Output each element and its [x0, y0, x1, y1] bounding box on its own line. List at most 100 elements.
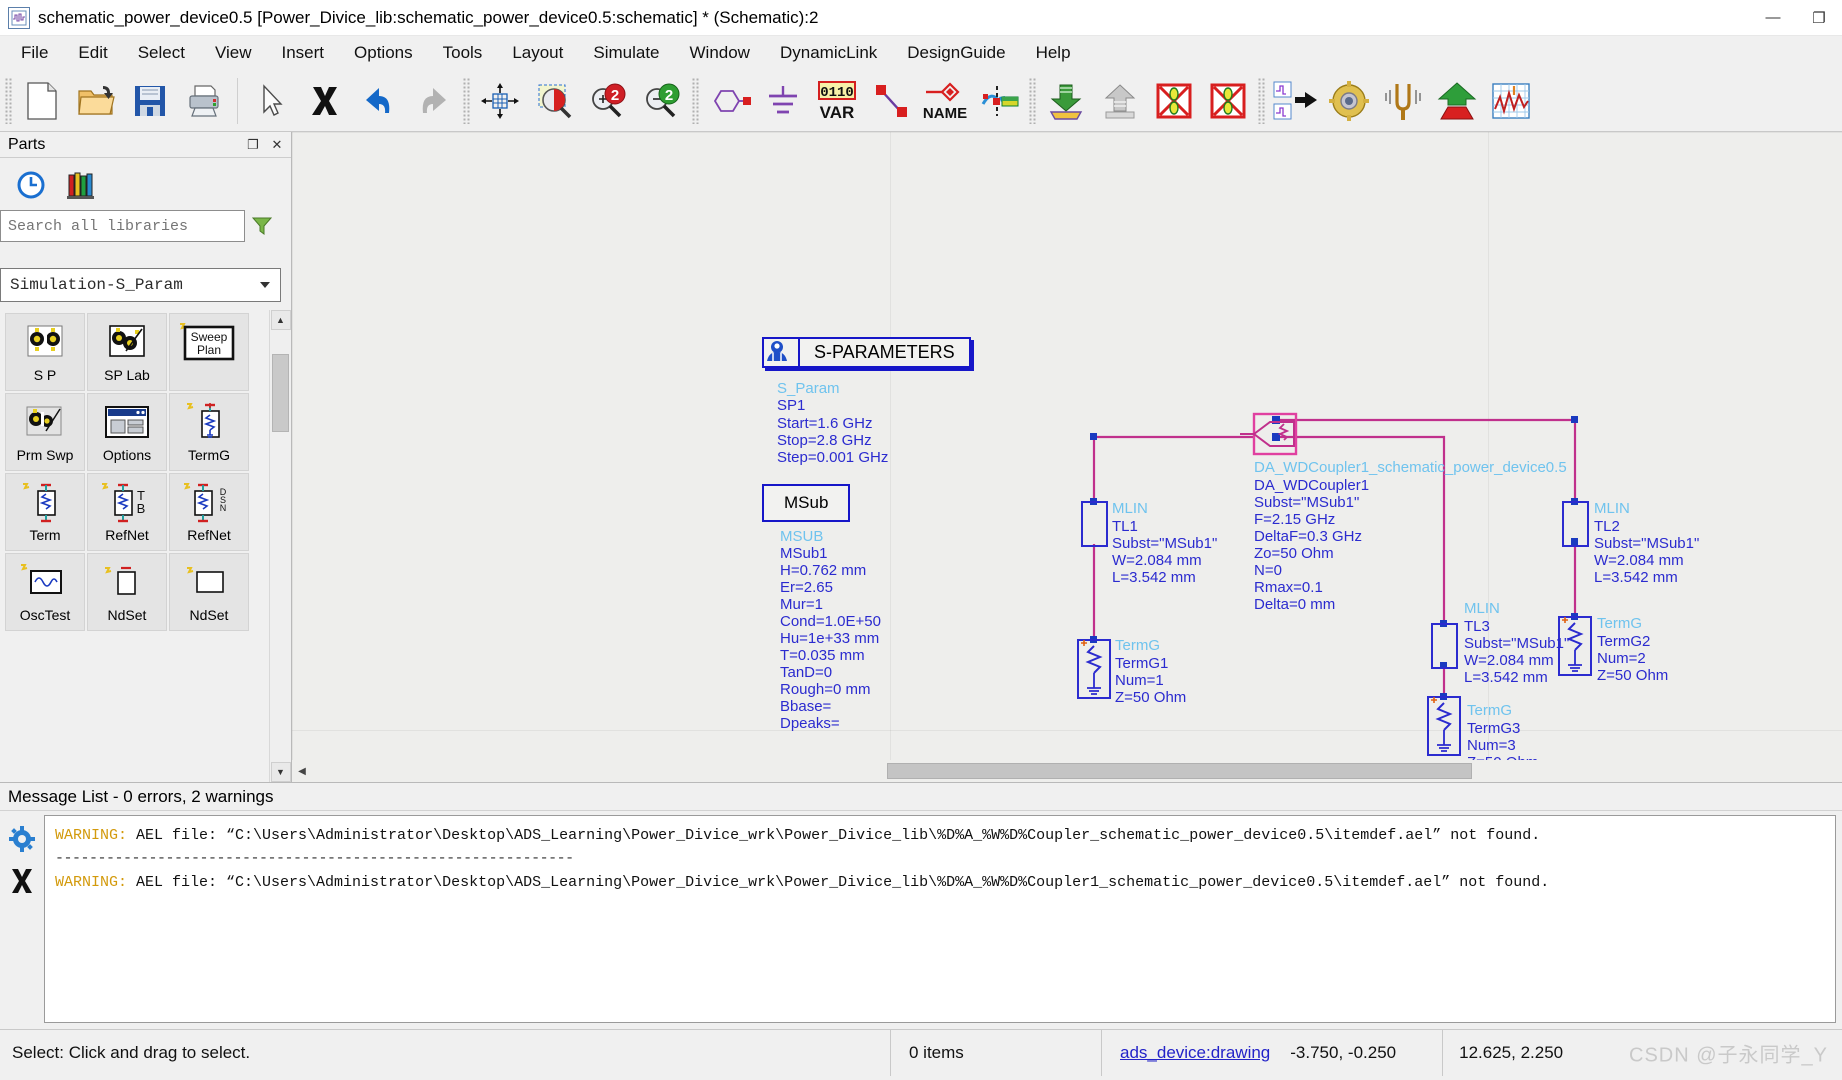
palette-item-ndset-name[interactable]: NdSet	[169, 553, 249, 631]
tl2-instance-name: TL2	[1594, 518, 1620, 535]
palette-item-termg[interactable]: TermG	[169, 393, 249, 471]
wire-icon[interactable]	[864, 74, 918, 128]
scroll-up-icon[interactable]: ▲	[270, 310, 291, 330]
scroll-track[interactable]	[270, 330, 291, 762]
canvas-horizontal-scrollbar[interactable]: ◀	[292, 760, 1842, 782]
simulate-icon[interactable]	[1430, 74, 1484, 128]
delete-x-icon[interactable]	[298, 74, 352, 128]
open-folder-icon[interactable]	[69, 74, 123, 128]
data-display-icon[interactable]	[1484, 74, 1538, 128]
toolbar-grip-4[interactable]	[1029, 77, 1036, 124]
svg-text:0110: 0110	[820, 85, 854, 101]
menu-layout[interactable]: Layout	[497, 38, 578, 68]
status-layer[interactable]: ads_device:drawing	[1102, 1030, 1270, 1076]
tl3-param: Subst="MSub1"	[1464, 635, 1570, 652]
menu-dynamiclink[interactable]: DynamicLink	[765, 38, 892, 68]
ground-icon[interactable]	[756, 74, 810, 128]
msub-param: Hu=1e+33 mm	[780, 630, 880, 647]
palette-item-term[interactable]: Term	[5, 473, 85, 551]
palette-item-options[interactable]: Options	[87, 393, 167, 471]
message-list-header: Message List - 0 errors, 2 warnings	[0, 783, 1842, 811]
tl3-param: L=3.542 mm	[1464, 669, 1548, 686]
push-into-hierarchy-icon[interactable]	[1039, 74, 1093, 128]
print-icon[interactable]	[177, 74, 231, 128]
toolbar-grip-2[interactable]	[463, 77, 470, 124]
palette-item-refnet-dsn[interactable]: DS N RefNet	[169, 473, 249, 551]
toolbar-group-edit	[244, 73, 460, 129]
library-select[interactable]: Simulation-S_Param	[0, 268, 281, 302]
close-panel-icon[interactable]: ✕	[267, 135, 287, 155]
hscroll-track[interactable]	[312, 763, 1842, 779]
palette-item-refnet-tb[interactable]: T B RefNet	[87, 473, 167, 551]
tl2-param: Subst="MSub1"	[1594, 535, 1700, 552]
scroll-down-icon[interactable]: ▼	[270, 762, 291, 782]
clear-messages-icon[interactable]	[6, 865, 38, 897]
sparam-param: Step=0.001 GHz	[777, 449, 889, 466]
zoom-in-2x-icon[interactable]: 2	[581, 74, 635, 128]
hscroll-thumb[interactable]	[887, 763, 1472, 779]
tuning-icon[interactable]	[1376, 74, 1430, 128]
simulation-settings-icon[interactable]	[1322, 74, 1376, 128]
select-arrow-icon[interactable]	[244, 74, 298, 128]
search-input[interactable]	[0, 210, 245, 242]
msub-param: Cond=1.0E+50	[780, 613, 881, 630]
warning-text: AEL file: “C:\Users\Administrator\Deskto…	[127, 827, 1541, 844]
schematic-canvas[interactable]: S-PARAMETERS S_Param SP1 Start=1.6 GHz S…	[292, 132, 1842, 760]
menu-view[interactable]: View	[200, 38, 267, 68]
save-icon[interactable]	[123, 74, 177, 128]
msub-param: Mur=1	[780, 596, 823, 613]
generate-layout-icon[interactable]	[1268, 74, 1322, 128]
msub-block[interactable]: MSub	[762, 484, 851, 522]
wire-label-icon[interactable]	[972, 74, 1026, 128]
redo-icon[interactable]	[406, 74, 460, 128]
message-settings-icon[interactable]	[6, 823, 38, 855]
menu-tools[interactable]: Tools	[428, 38, 498, 68]
message-list-text[interactable]: WARNING: AEL file: “C:\Users\Administrat…	[44, 815, 1836, 1023]
menu-options[interactable]: Options	[339, 38, 428, 68]
library-books-icon[interactable]	[64, 168, 98, 202]
undo-icon[interactable]	[352, 74, 406, 128]
toolbar-grip-5[interactable]	[1258, 77, 1265, 124]
palette-item-ndset[interactable]: NdSet	[87, 553, 167, 631]
toolbar-grip[interactable]	[5, 77, 12, 124]
menu-file[interactable]: File	[6, 38, 63, 68]
palette-label: NdSet	[107, 607, 147, 623]
scroll-thumb[interactable]	[272, 354, 289, 432]
undock-panel-icon[interactable]: ❐	[243, 135, 263, 155]
status-items-count: 0 items	[909, 1042, 964, 1062]
menu-simulate[interactable]: Simulate	[578, 38, 674, 68]
pop-out-hierarchy-icon[interactable]	[1093, 74, 1147, 128]
palette-item-osctest[interactable]: OscTest	[5, 553, 85, 631]
scroll-left-icon[interactable]: ◀	[292, 761, 312, 781]
coupler-param: Zo=50 Ohm	[1254, 545, 1334, 562]
activate-component-icon[interactable]	[1201, 74, 1255, 128]
palette-item-sp[interactable]: S P	[5, 313, 85, 391]
toolbar-grip-3[interactable]	[692, 77, 699, 124]
component-port-icon[interactable]	[702, 74, 756, 128]
zoom-fit-icon[interactable]	[473, 74, 527, 128]
palette-item-prm-swp[interactable]: Prm Swp	[5, 393, 85, 471]
palette-scrollbar[interactable]: ▲ ▼	[269, 310, 291, 782]
menu-designguide[interactable]: DesignGuide	[892, 38, 1020, 68]
coupler-param: Subst="MSub1"	[1254, 494, 1360, 511]
palette-item-sp-lab[interactable]: SP Lab	[87, 313, 167, 391]
var-equation-icon[interactable]: 0110 VAR	[810, 74, 864, 128]
menu-window[interactable]: Window	[675, 38, 765, 68]
menu-help[interactable]: Help	[1021, 38, 1086, 68]
zoom-area-icon[interactable]	[527, 74, 581, 128]
sparam-block[interactable]: S-PARAMETERS	[762, 337, 971, 368]
palette-label: Term	[29, 527, 61, 543]
menu-edit[interactable]: Edit	[63, 38, 122, 68]
zoom-out-2x-icon[interactable]: 2	[635, 74, 689, 128]
menu-insert[interactable]: Insert	[267, 38, 340, 68]
funnel-filter-icon[interactable]	[245, 210, 279, 242]
deactivate-component-icon[interactable]	[1147, 74, 1201, 128]
history-clock-icon[interactable]	[14, 168, 48, 202]
name-wire-icon[interactable]: NAME	[918, 74, 972, 128]
new-document-icon[interactable]	[15, 74, 69, 128]
minimize-button[interactable]: —	[1750, 0, 1796, 36]
maximize-button[interactable]: ❐	[1796, 0, 1842, 36]
palette-item-sweep-plan[interactable]: Sweep Plan	[169, 313, 249, 391]
sweep-plan-icon: Sweep Plan	[178, 319, 240, 367]
menu-select[interactable]: Select	[123, 38, 200, 68]
